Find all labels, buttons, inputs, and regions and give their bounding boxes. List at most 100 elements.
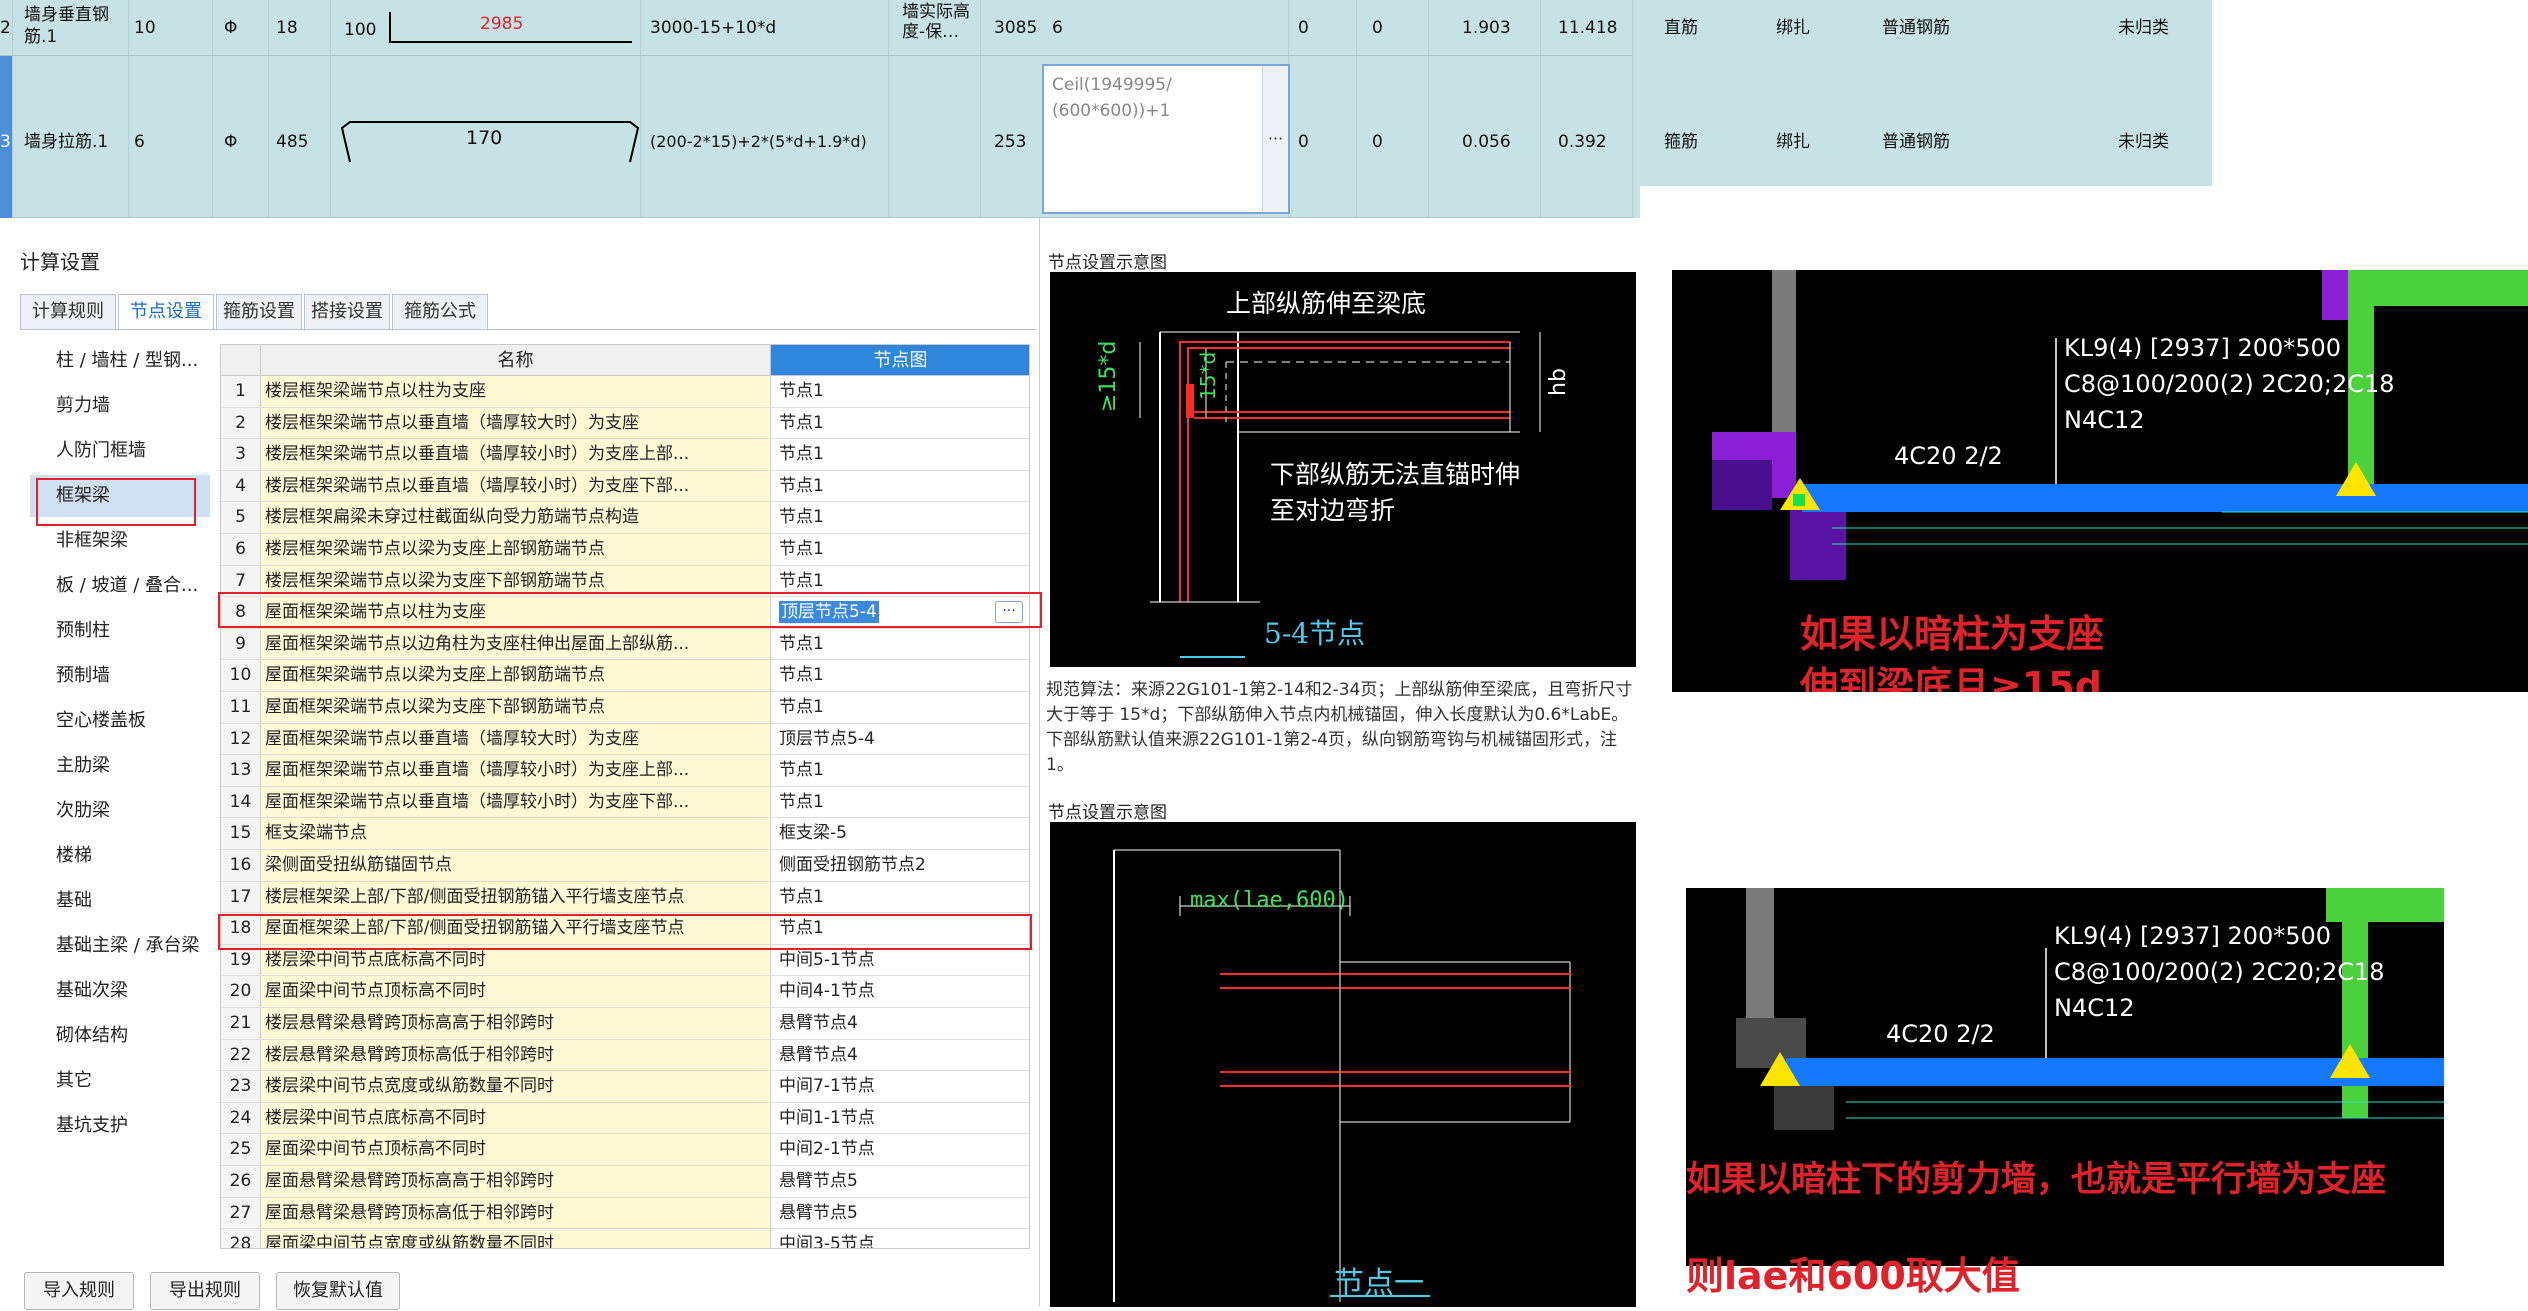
node-value[interactable]: 节点1 <box>779 476 824 496</box>
category-item[interactable]: 砌体结构 <box>30 1015 210 1057</box>
table-row[interactable]: 27 屋面悬臂梁悬臂跨顶标高低于相邻跨时 悬臂节点5 <box>221 1197 1029 1230</box>
num[interactable]: 6 <box>1052 18 1063 38</box>
node-value[interactable]: 中间1-1节点 <box>779 1108 875 1128</box>
header-name[interactable]: 名称 <box>261 345 771 376</box>
row-name[interactable]: 楼层框架梁端节点以垂直墙（墙厚较大时）为支座 <box>261 407 771 439</box>
row-node[interactable]: 中间1-1节点 <box>771 1103 1029 1134</box>
formula[interactable]: (200-2*15)+2*(5*d+1.9*d) <box>650 132 867 152</box>
grid-row[interactable]: 2 墙身垂直钢筋.1 10 Φ 18 100 2985 3000-15+10*d… <box>0 0 2169 56</box>
row-node[interactable]: 节点1 <box>771 787 1029 818</box>
node-value[interactable]: 节点1 <box>779 887 824 907</box>
row-node[interactable]: 悬臂节点4 <box>771 1040 1029 1071</box>
row-node[interactable]: 节点1 <box>771 882 1029 913</box>
category-item[interactable]: 楼梯 <box>30 835 210 877</box>
tab-node-settings[interactable]: 节点设置 <box>118 294 214 330</box>
table-row[interactable]: 2 楼层框架梁端节点以垂直墙（墙厚较大时）为支座 节点1 <box>221 407 1029 440</box>
row-name[interactable]: 屋面梁中间节点顶标高不同时 <box>261 976 771 1007</box>
table-row[interactable]: 4 楼层框架梁端节点以垂直墙（墙厚较小时）为支座下部... 节点1 <box>221 470 1029 503</box>
row-node[interactable]: 节点1 <box>771 408 1029 439</box>
count[interactable]: 18 <box>276 18 298 38</box>
category-item[interactable]: 基坑支护 <box>30 1105 210 1147</box>
row-node[interactable]: 节点1 <box>771 376 1029 407</box>
row-name[interactable]: 楼层梁中间节点底标高不同时 <box>261 1102 771 1134</box>
node-value[interactable]: 框支梁-5 <box>779 823 847 843</box>
node-value[interactable]: 悬臂节点5 <box>779 1203 858 1223</box>
table-row[interactable]: 1 楼层框架梁端节点以柱为支座 节点1 <box>221 376 1029 408</box>
node-value[interactable]: 中间4-1节点 <box>779 981 875 1001</box>
row-name[interactable]: 屋面框架梁端节点以梁为支座下部钢筋端节点 <box>261 692 771 723</box>
num-formula-text[interactable]: Ceil(1949995/ (600*600))+1 <box>1052 72 1172 124</box>
row-name[interactable]: 楼层悬臂梁悬臂跨顶标高高于相邻跨时 <box>261 1008 771 1039</box>
row-node[interactable]: 顶层节点5-4 <box>771 724 1029 755</box>
row-name[interactable]: 楼层框架梁端节点以梁为支座上部钢筋端节点 <box>261 534 771 565</box>
row-name[interactable]: 楼层框架梁端节点以垂直墙（墙厚较小时）为支座下部... <box>261 470 771 502</box>
row-node[interactable]: 节点1 <box>771 439 1029 470</box>
diameter[interactable]: 10 <box>134 18 156 38</box>
category-item[interactable]: 柱 / 墙柱 / 型钢... <box>30 340 210 382</box>
connection[interactable]: 绑扎 <box>1776 18 1810 38</box>
row-name[interactable]: 框支梁端节点 <box>261 818 771 849</box>
rebar-name[interactable]: 墙身垂直钢筋.1 <box>24 4 124 48</box>
more-button[interactable]: ··· <box>1262 66 1288 212</box>
row-name[interactable]: 屋面梁中间节点顶标高不同时 <box>261 1134 771 1165</box>
category-item[interactable]: 次肋梁 <box>30 790 210 832</box>
category-item[interactable]: 主肋梁 <box>30 745 210 787</box>
node-value[interactable]: 节点1 <box>779 665 824 685</box>
row-name[interactable]: 楼层框架扁梁未穿过柱截面纵向受力筋端节点构造 <box>261 502 771 533</box>
import-rules-button[interactable]: 导入规则 <box>24 1272 134 1310</box>
row-name[interactable]: 屋面框架梁端节点以垂直墙（墙厚较小时）为支座上部... <box>261 755 771 786</box>
node-value[interactable]: 节点1 <box>779 634 824 654</box>
row-name[interactable]: 梁侧面受扭纵筋锚固节点 <box>261 850 771 881</box>
header-node[interactable]: 节点图 <box>771 345 1029 376</box>
row-name[interactable]: 楼层框架梁端节点以垂直墙（墙厚较小时）为支座上部... <box>261 439 771 470</box>
category-item[interactable]: 基础主梁 / 承台梁 <box>30 925 210 967</box>
row-name[interactable]: 楼层框架梁端节点以柱为支座 <box>261 376 771 407</box>
row-name[interactable]: 屋面悬臂梁悬臂跨顶标高高于相邻跨时 <box>261 1166 771 1197</box>
row-node[interactable]: 节点1 <box>771 502 1029 533</box>
category-item[interactable]: 剪力墙 <box>30 385 210 427</box>
node-value[interactable]: 节点1 <box>779 571 824 591</box>
table-row[interactable]: 17 楼层框架梁上部/下部/侧面受扭钢筋锚入平行墙支座节点 节点1 <box>221 881 1029 914</box>
row-node[interactable]: 节点1 <box>771 629 1029 660</box>
connection[interactable]: 绑扎 <box>1776 132 1810 152</box>
row-node[interactable]: 中间7-1节点 <box>771 1071 1029 1102</box>
node-value[interactable]: 中间5-1节点 <box>779 950 875 970</box>
export-rules-button[interactable]: 导出规则 <box>150 1272 260 1310</box>
table-row[interactable]: 11 屋面框架梁端节点以梁为支座下部钢筋端节点 节点1 <box>221 692 1029 724</box>
row-node[interactable]: 节点1 <box>771 471 1029 502</box>
count[interactable]: 485 <box>276 132 308 152</box>
tab-calc-rules[interactable]: 计算规则 <box>20 294 116 330</box>
node-value[interactable]: 节点1 <box>779 413 824 433</box>
row-node[interactable]: 节点1 <box>771 660 1029 691</box>
node-value[interactable]: 侧面受扭钢筋节点2 <box>779 855 926 875</box>
table-row[interactable]: 10 屋面框架梁端节点以梁为支座上部钢筋端节点 节点1 <box>221 660 1029 692</box>
category-item[interactable]: 人防门框墙 <box>30 430 210 472</box>
row-name[interactable]: 楼层悬臂梁悬臂跨顶标高低于相邻跨时 <box>261 1039 771 1071</box>
table-row[interactable]: 24 楼层梁中间节点底标高不同时 中间1-1节点 <box>221 1102 1029 1135</box>
table-row[interactable]: 12 屋面框架梁端节点以垂直墙（墙厚较大时）为支座 顶层节点5-4 <box>221 723 1029 756</box>
node-value[interactable]: 节点1 <box>779 381 824 401</box>
grid-row[interactable]: 3 墙身拉筋.1 6 Φ 485 170 (200-2*15)+2*(5*d+1… <box>0 56 2169 218</box>
row-node[interactable]: 中间2-1节点 <box>771 1134 1029 1165</box>
diameter[interactable]: 6 <box>134 132 145 152</box>
category-item[interactable]: 板 / 坡道 / 叠合... <box>30 565 210 607</box>
row-node[interactable]: 框支梁-5 <box>771 818 1029 849</box>
category-item[interactable]: 基础 <box>30 880 210 922</box>
table-row[interactable]: 9 屋面框架梁端节点以边角柱为支座柱伸出屋面上部纵筋... 节点1 <box>221 628 1029 661</box>
table-row[interactable]: 6 楼层框架梁端节点以梁为支座上部钢筋端节点 节点1 <box>221 534 1029 566</box>
node-value[interactable]: 节点1 <box>779 760 824 780</box>
table-row[interactable]: 21 楼层悬臂梁悬臂跨顶标高高于相邻跨时 悬臂节点4 <box>221 1008 1029 1040</box>
node-value[interactable]: 节点1 <box>779 792 824 812</box>
category-item[interactable]: 空心楼盖板 <box>30 700 210 742</box>
table-row[interactable]: 28 屋面梁中间节点宽度或纵筋数量不同时 中间3-5节点 <box>221 1229 1029 1248</box>
node-value[interactable]: 悬臂节点4 <box>779 1013 858 1033</box>
row-node[interactable]: 中间4-1节点 <box>771 976 1029 1007</box>
table-row[interactable]: 14 屋面框架梁端节点以垂直墙（墙厚较小时）为支座下部... 节点1 <box>221 786 1029 819</box>
rebar-type[interactable]: 普通钢筋 <box>1882 18 1950 38</box>
table-row[interactable]: 20 屋面梁中间节点顶标高不同时 中间4-1节点 <box>221 976 1029 1008</box>
table-row[interactable]: 16 梁侧面受扭纵筋锚固节点 侧面受扭钢筋节点2 <box>221 850 1029 882</box>
category-item[interactable]: 非框架梁 <box>30 520 210 562</box>
row-name[interactable]: 楼层框架梁上部/下部/侧面受扭钢筋锚入平行墙支座节点 <box>261 881 771 913</box>
row-node[interactable]: 中间3-5节点 <box>771 1229 1029 1248</box>
node-value[interactable]: 中间7-1节点 <box>779 1076 875 1096</box>
